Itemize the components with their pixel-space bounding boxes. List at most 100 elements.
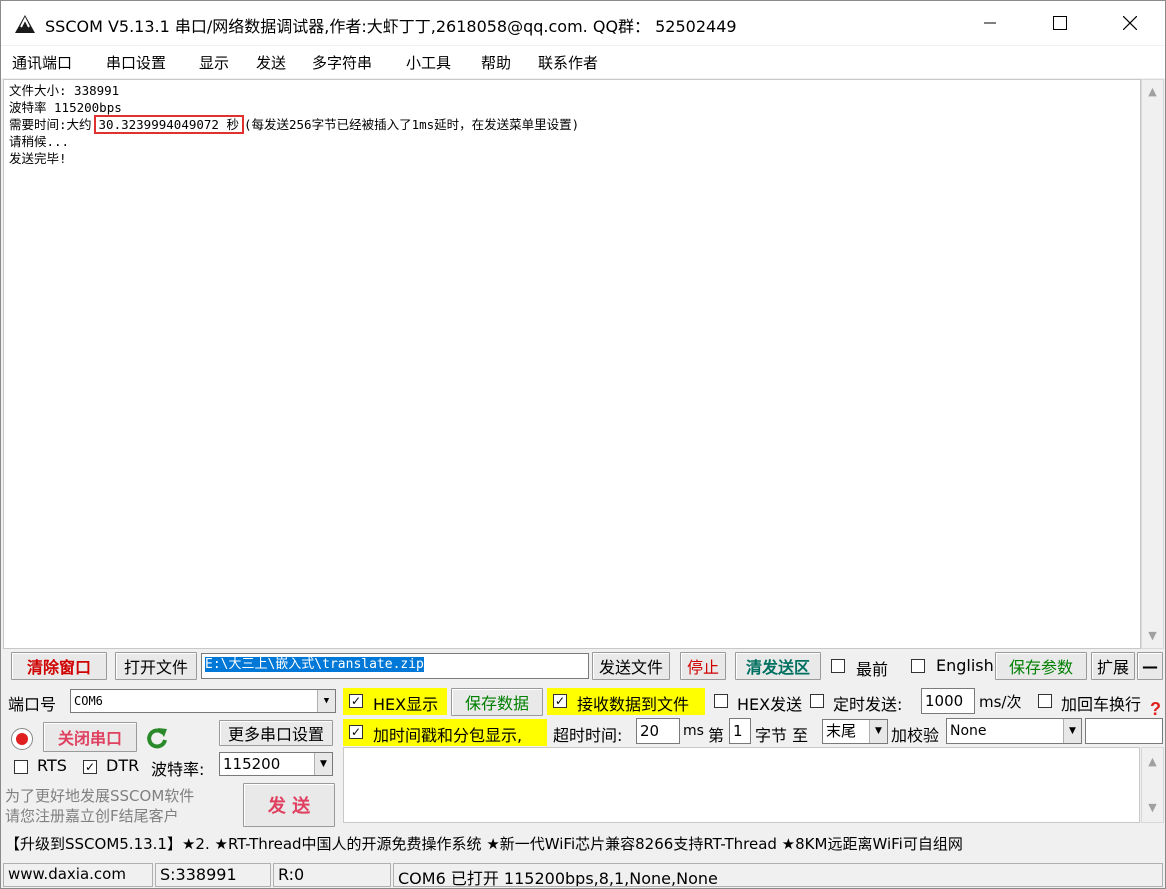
port-label: 端口号 bbox=[8, 695, 57, 714]
timed-send-checkbox[interactable] bbox=[810, 694, 824, 708]
send-file-button[interactable]: 发送文件 bbox=[592, 652, 670, 680]
menu-tools[interactable]: 小工具 bbox=[406, 52, 451, 73]
menu-comm-port[interactable]: 通讯端口 bbox=[12, 52, 72, 73]
timeout-unit: ms bbox=[683, 723, 704, 739]
app-icon bbox=[15, 15, 35, 33]
hex-display-label: HEX显示 bbox=[373, 695, 439, 714]
highlighted-duration: 30.3239994049072 秒 bbox=[93, 115, 244, 134]
send-scrollbar[interactable]: ▲ ▼ bbox=[1141, 747, 1164, 823]
more-settings-button[interactable]: 更多串口设置 bbox=[219, 720, 333, 746]
help-icon[interactable]: ? bbox=[1149, 699, 1163, 719]
news-ticker[interactable]: 【升级到SSCOM5.13.1】★2. ★RT-Thread中国人的开源免费操作… bbox=[5, 833, 963, 854]
baud-label: 波特率: bbox=[151, 760, 205, 779]
add-crlf-label: 加回车换行 bbox=[1061, 695, 1142, 714]
scroll-up-icon[interactable]: ▲ bbox=[1142, 752, 1163, 772]
hex-send-checkbox[interactable] bbox=[714, 694, 728, 708]
menu-serial-settings[interactable]: 串口设置 bbox=[106, 52, 166, 73]
save-data-button[interactable]: 保存数据 bbox=[451, 688, 543, 716]
checksum-label: 加校验 bbox=[891, 726, 940, 745]
menu-multi-string[interactable]: 多字符串 bbox=[312, 52, 372, 73]
add-crlf-checkbox[interactable] bbox=[1038, 694, 1052, 708]
port-value: COM6 bbox=[74, 694, 103, 708]
rts-checkbox[interactable] bbox=[14, 760, 28, 774]
file-path-input[interactable]: E:\大三上\嵌入式\translate.zip bbox=[201, 653, 589, 679]
receive-scrollbar[interactable]: ▲ ▼ bbox=[1141, 79, 1164, 649]
minimize-icon bbox=[984, 22, 996, 24]
timestamp-checkbox[interactable]: ✓ bbox=[349, 725, 363, 739]
rts-label: RTS bbox=[37, 756, 67, 775]
interval-input[interactable]: 1000 bbox=[921, 688, 975, 714]
receive-line: 发送完毕! bbox=[9, 151, 67, 166]
dtr-checkbox[interactable]: ✓ bbox=[83, 760, 97, 774]
checksum-value: None bbox=[950, 723, 987, 739]
timestamp-label: 加时间戳和分包显示, bbox=[373, 726, 523, 745]
maximize-icon bbox=[1053, 16, 1067, 30]
clear-window-button[interactable]: 清除窗口 bbox=[11, 652, 107, 680]
recv-to-file-label: 接收数据到文件 bbox=[577, 695, 690, 714]
english-checkbox[interactable] bbox=[911, 659, 925, 673]
english-label: English bbox=[936, 656, 994, 675]
promo-line-2[interactable]: 请您注册嘉立创F结尾客户 bbox=[5, 805, 179, 826]
time-suffix: (每发送256字节已经被插入了1ms延时，在发送菜单里设置) bbox=[243, 117, 580, 132]
timeout-label: 超时时间: bbox=[553, 726, 623, 745]
receive-line: 文件大小: 338991 bbox=[9, 83, 120, 98]
close-icon bbox=[1123, 16, 1137, 30]
open-file-button[interactable]: 打开文件 bbox=[115, 652, 197, 680]
refresh-icon[interactable] bbox=[145, 725, 169, 751]
baud-select[interactable]: 115200 ▼ bbox=[219, 752, 333, 776]
svg-text:?: ? bbox=[1150, 699, 1161, 719]
scroll-down-icon[interactable]: ▼ bbox=[1142, 798, 1163, 818]
expand-button[interactable]: 扩展 bbox=[1091, 652, 1135, 680]
menu-display[interactable]: 显示 bbox=[199, 52, 229, 73]
menu-send[interactable]: 发送 bbox=[256, 52, 286, 73]
to-value: 末尾 bbox=[826, 722, 857, 740]
byte-unit-label: 字节 至 bbox=[755, 726, 809, 745]
window-title: SSCOM V5.13.1 串口/网络数据调试器,作者:大虾丁丁,2618058… bbox=[45, 17, 737, 36]
chevron-down-icon: ▼ bbox=[317, 690, 335, 712]
baud-value: 115200 bbox=[223, 755, 281, 773]
maximize-button[interactable] bbox=[1037, 5, 1083, 41]
checksum-result-field[interactable] bbox=[1085, 718, 1163, 744]
port-select[interactable]: COM6 ▼ bbox=[70, 689, 336, 713]
byte-no-input[interactable]: 1 bbox=[729, 718, 751, 744]
menu-contact-author[interactable]: 联系作者 bbox=[538, 52, 598, 73]
close-button[interactable] bbox=[1107, 5, 1153, 41]
hex-display-checkbox[interactable]: ✓ bbox=[349, 694, 363, 708]
menu-bar: 通讯端口 串口设置 显示 发送 多字符串 小工具 帮助 联系作者 bbox=[1, 46, 1165, 78]
timed-send-label: 定时发送: bbox=[833, 695, 903, 714]
minimize-button[interactable] bbox=[967, 5, 1013, 41]
title-bar: SSCOM V5.13.1 串口/网络数据调试器,作者:大虾丁丁,2618058… bbox=[1, 1, 1165, 45]
port-status-icon bbox=[11, 728, 33, 750]
stop-button[interactable]: 停止 bbox=[680, 652, 726, 680]
status-port-state: COM6 已打开 115200bps,8,1,None,None bbox=[393, 863, 1163, 887]
app-window: SSCOM V5.13.1 串口/网络数据调试器,作者:大虾丁丁,2618058… bbox=[0, 0, 1166, 889]
receive-line: 需要时间:大约 30.3239994049072 秒 (每发送256字节已经被插入了… bbox=[9, 115, 1140, 134]
byte-no-label: 第 bbox=[708, 726, 725, 745]
scroll-up-icon[interactable]: ▲ bbox=[1142, 82, 1163, 102]
close-port-button[interactable]: 关闭串口 bbox=[43, 722, 137, 752]
receive-line: 请稍候... bbox=[9, 134, 70, 149]
dtr-label: DTR bbox=[106, 756, 140, 775]
clear-send-button[interactable]: 清发送区 bbox=[735, 652, 821, 680]
status-bar: www.daxia.com S:338991 R:0 COM6 已打开 1152… bbox=[1, 861, 1165, 889]
scroll-down-icon[interactable]: ▼ bbox=[1142, 626, 1163, 646]
save-params-button[interactable]: 保存参数 bbox=[995, 652, 1087, 680]
checksum-select[interactable]: None ▼ bbox=[946, 718, 1082, 744]
send-button[interactable]: 发 送 bbox=[243, 783, 335, 827]
to-select[interactable]: 末尾 ▼ bbox=[822, 719, 888, 744]
interval-unit: ms/次 bbox=[979, 693, 1022, 711]
topmost-label: 最前 bbox=[856, 660, 889, 679]
hex-send-label: HEX发送 bbox=[737, 695, 803, 714]
status-sent: S:338991 bbox=[155, 863, 271, 887]
receive-area[interactable]: 文件大小: 338991 波特率 115200bps 需要时间:大约 30.323… bbox=[3, 79, 1141, 649]
chevron-down-icon: ▼ bbox=[1063, 719, 1081, 743]
promo-line-1[interactable]: 为了更好地发展SSCOM软件 bbox=[5, 785, 194, 806]
send-textarea[interactable] bbox=[343, 747, 1140, 823]
topmost-checkbox[interactable] bbox=[831, 659, 845, 673]
file-path-text: E:\大三上\嵌入式\translate.zip bbox=[205, 657, 424, 672]
collapse-button[interactable]: — bbox=[1137, 652, 1163, 680]
menu-help[interactable]: 帮助 bbox=[481, 52, 511, 73]
recv-to-file-checkbox[interactable]: ✓ bbox=[553, 694, 567, 708]
time-prefix: 需要时间:大约 bbox=[9, 117, 92, 132]
timeout-input[interactable]: 20 bbox=[636, 718, 680, 744]
